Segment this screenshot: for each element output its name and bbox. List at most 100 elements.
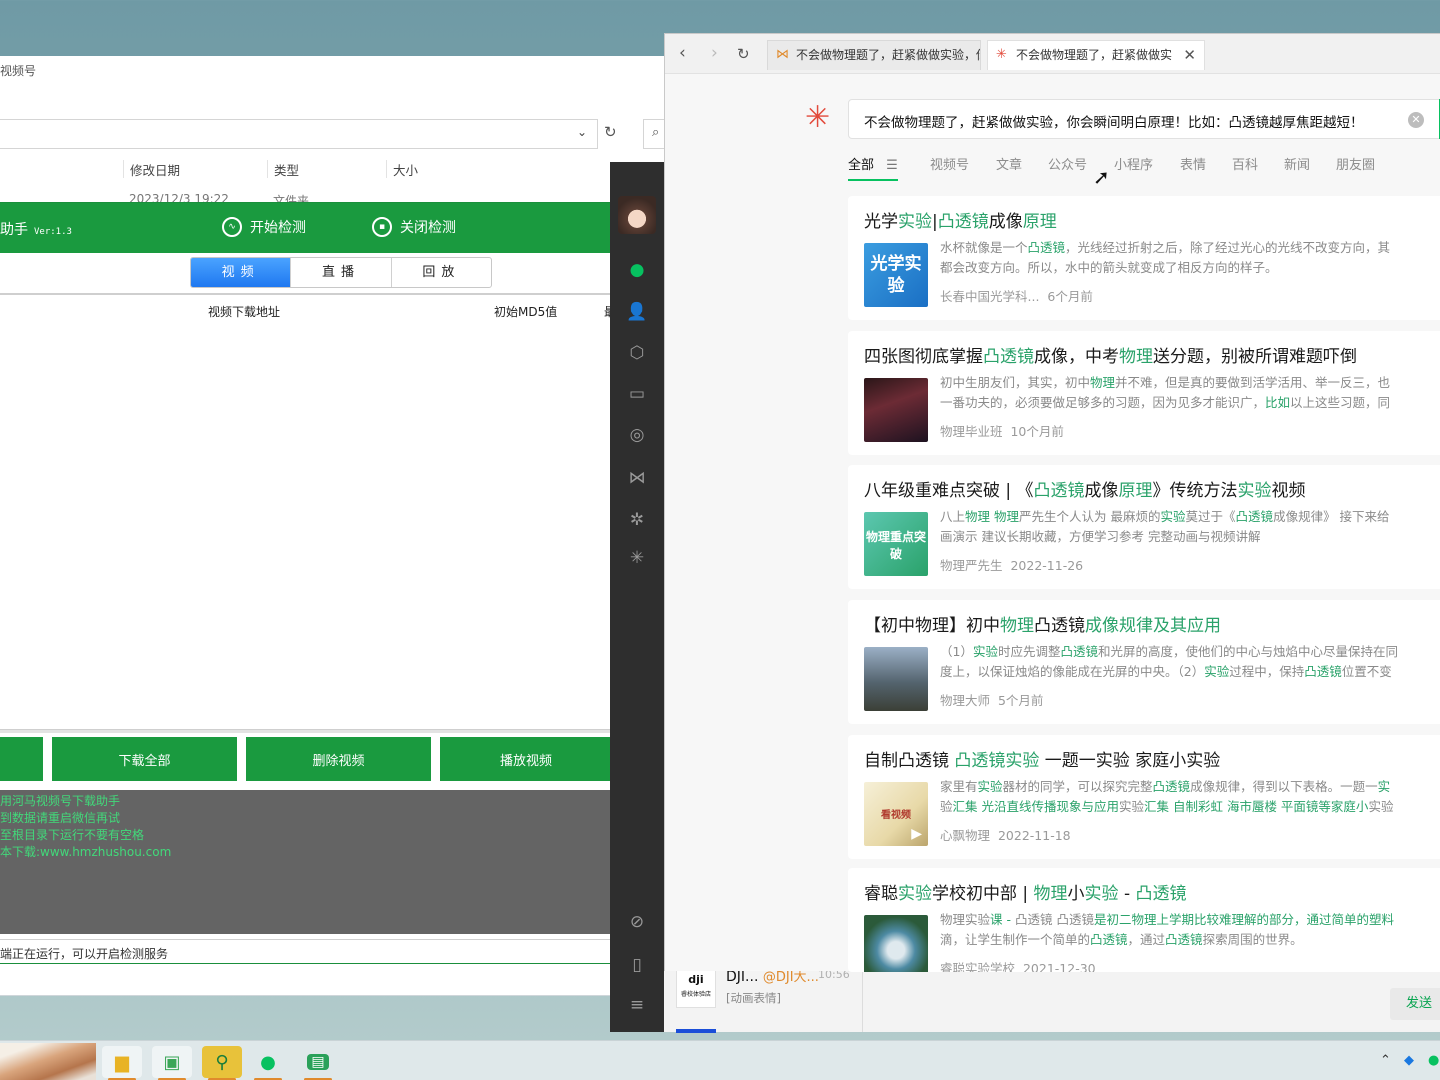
chevron-up-icon[interactable]: ⌃: [1380, 1053, 1391, 1068]
result-title[interactable]: 八年级重难点突破 | 《凸透镜成像原理》传统方法实验视频: [864, 476, 1306, 501]
back-icon[interactable]: ‹: [679, 43, 686, 63]
tab-live[interactable]: 直播: [291, 258, 392, 287]
link-icon[interactable]: ⊘: [625, 910, 649, 934]
result-thumbnail[interactable]: 物理重点突破: [864, 512, 928, 576]
result-title[interactable]: 光学实验|凸透镜成像原理: [864, 207, 1057, 232]
filter-channels[interactable]: 视频号: [930, 154, 969, 173]
play-icon[interactable]: ▶: [911, 826, 922, 842]
result-title[interactable]: 自制凸透镜 凸透镜实验 一题一实验 家庭小实验: [864, 746, 1220, 771]
result-time: 2021-12-30: [1022, 961, 1096, 972]
search-icon[interactable]: ✳: [625, 546, 649, 570]
tray-app-icon[interactable]: ◆: [1404, 1053, 1414, 1068]
result-source[interactable]: 长春中国光学科...: [940, 289, 1039, 304]
play-video-button[interactable]: 播放视频: [440, 737, 612, 781]
wechat-tray-icon[interactable]: ●: [1428, 1053, 1439, 1068]
chat-icon[interactable]: ●: [625, 258, 649, 282]
moments-icon[interactable]: ◎: [625, 423, 649, 447]
chat-avatar[interactable]: dji 睿校体验店: [676, 968, 716, 1008]
result-card[interactable]: 睿聪实验学校初中部 | 物理小实验 - 凸透镜 物理实验课 - 凸透镜 凸透镜是…: [848, 868, 1440, 972]
remote-desktop-icon[interactable]: ▣: [152, 1046, 192, 1080]
browser-tab-2[interactable]: ✳ 不会做物理题了，赶紧做做实 ✕: [987, 40, 1205, 70]
column-header-date[interactable]: 修改日期: [123, 160, 267, 178]
text-segment: （1）: [940, 644, 973, 659]
terminal-app-icon[interactable]: ▤: [298, 1046, 338, 1080]
result-source[interactable]: 物理大师: [940, 693, 990, 708]
clear-icon[interactable]: ✕: [1408, 112, 1424, 128]
filter-moments[interactable]: 朋友圈: [1336, 154, 1375, 173]
result-source[interactable]: 睿聪实验学校: [940, 961, 1015, 972]
tab-replay[interactable]: 回放: [392, 258, 491, 287]
result-card[interactable]: 八年级重难点突破 | 《凸透镜成像原理》传统方法实验视频 物理重点突破 八上物理…: [848, 465, 1440, 589]
result-thumbnail[interactable]: [864, 647, 928, 711]
browser-tab-1[interactable]: ⋈ 不会做物理题了，赶紧做做实验，你: [767, 40, 981, 70]
folder-icon[interactable]: ▭: [625, 382, 649, 406]
result-card[interactable]: 光学实验|凸透镜成像原理 光学实验 水杯就像是一个凸透镜，光线经过折射之后，除了…: [848, 196, 1440, 320]
filter-articles[interactable]: 文章: [996, 154, 1022, 173]
highlight-text: 凸透镜: [1152, 779, 1191, 794]
filter-all[interactable]: 全部 ☰: [848, 154, 898, 181]
reload-icon[interactable]: ↻: [737, 45, 750, 63]
filter-encyclopedia[interactable]: 百科: [1232, 154, 1258, 173]
miniprogram-icon[interactable]: ⋈: [625, 466, 649, 490]
text-segment: 成像规律，得到以下表格。一题一: [1190, 779, 1378, 794]
result-thumbnail[interactable]: 看视频 ▶: [864, 782, 928, 846]
filter-icon[interactable]: ☰: [886, 158, 898, 173]
delete-video-button[interactable]: 删除视频: [246, 737, 431, 781]
next-chat-avatar[interactable]: [676, 1029, 716, 1033]
send-button[interactable]: 发送: [1390, 988, 1440, 1020]
video-list[interactable]: [0, 317, 611, 729]
refresh-icon[interactable]: ↻: [604, 123, 617, 141]
result-title[interactable]: 睿聪实验学校初中部 | 物理小实验 - 凸透镜: [864, 879, 1187, 904]
breadcrumb[interactable]: 视频号: [0, 62, 36, 79]
status-bar: 端正在运行，可以开启检测服务: [0, 939, 611, 963]
result-title[interactable]: 【初中物理】初中物理凸透镜成像规律及其应用: [864, 611, 1221, 636]
tab-bar: ‹ › ↻ ⋈ 不会做物理题了，赶紧做做实验，你 ✳ 不会做物理题了，赶紧做做实…: [665, 34, 1440, 74]
forward-icon[interactable]: ›: [711, 43, 718, 63]
filter-accounts[interactable]: 公众号: [1048, 154, 1087, 173]
stop-detect-button[interactable]: ▪ 关闭检测: [372, 217, 456, 237]
filter-stickers[interactable]: 表情: [1180, 154, 1206, 173]
address-bar[interactable]: ⌄: [0, 119, 598, 149]
close-icon[interactable]: ✕: [1183, 41, 1196, 69]
result-source[interactable]: 物理严先生: [940, 558, 1003, 573]
text-segment: 都会改变方向。所以，水中的箭头就变成了相反方向的样子。: [940, 260, 1278, 275]
favorites-icon[interactable]: ⬡: [625, 341, 649, 365]
text-segment: 》传统方法: [1152, 481, 1238, 501]
file-explorer-icon[interactable]: ▆: [102, 1046, 142, 1080]
download-all-button[interactable]: 下载全部: [52, 737, 237, 781]
contacts-icon[interactable]: 👤: [625, 300, 649, 324]
chevron-down-icon[interactable]: ⌄: [577, 125, 587, 139]
result-time: 2022-11-26: [1010, 558, 1084, 573]
result-source[interactable]: 物理毕业班: [940, 424, 1003, 439]
result-thumbnail[interactable]: [864, 378, 928, 442]
phone-icon[interactable]: ▯: [625, 953, 649, 977]
filter-miniprograms[interactable]: 小程序: [1114, 154, 1153, 173]
result-card[interactable]: 四张图彻底掌握凸透镜成像，中考物理送分题，别被所谓难题吓倒 初中生朋友们，其实，…: [848, 331, 1440, 455]
splitter[interactable]: [0, 729, 611, 733]
partial-action-button[interactable]: [0, 737, 43, 781]
text-segment: 凸透镜: [1034, 616, 1085, 636]
tab-video[interactable]: 视频: [191, 258, 292, 287]
result-card[interactable]: 【初中物理】初中物理凸透镜成像规律及其应用 （1）实验时应先调整凸透镜和光屏的高…: [848, 600, 1440, 724]
channels-icon[interactable]: ✲: [625, 508, 649, 532]
column-header-type[interactable]: 类型: [267, 160, 385, 178]
result-thumbnail[interactable]: [864, 915, 928, 972]
avatar[interactable]: [618, 196, 656, 234]
result-card[interactable]: 自制凸透镜 凸透镜实验 一题一实验 家庭小实验 看视频 ▶ 家里有实验器材的同学…: [848, 735, 1440, 859]
result-source[interactable]: 心飘物理: [940, 828, 990, 843]
result-title[interactable]: 四张图彻底掌握凸透镜成像，中考物理送分题，别被所谓难题吓倒: [864, 342, 1357, 367]
column-header-size[interactable]: 大小: [386, 160, 466, 178]
result-thumbnail[interactable]: 光学实验: [864, 243, 928, 307]
desktop-preview[interactable]: [0, 1043, 96, 1080]
search-input[interactable]: 不会做物理题了，赶紧做做实验，你会瞬间明白原理！比如：凸透镜越厚焦距越短！ ✕: [848, 99, 1440, 139]
menu-icon[interactable]: ≡: [625, 993, 649, 1017]
text-segment: 【初中物理】初中: [864, 616, 1000, 636]
downloader-app-icon[interactable]: ⚲: [202, 1046, 242, 1080]
desc-line: （1）实验时应先调整凸透镜和光屏的高度，使他们的中心与烛焰中心尽量保持在同: [940, 642, 1440, 662]
log-line[interactable]: 本下载:www.hmzhushou.com: [0, 844, 611, 861]
filter-news[interactable]: 新闻: [1284, 154, 1310, 173]
start-detect-button[interactable]: ∿ 开始检测: [222, 217, 306, 237]
search-browser-window: ‹ › ↻ ⋈ 不会做物理题了，赶紧做做实验，你 ✳ 不会做物理题了，赶紧做做实…: [664, 33, 1440, 972]
search-query[interactable]: 不会做物理题了，赶紧做做实验，你会瞬间明白原理！比如：凸透镜越厚焦距越短！: [864, 111, 1364, 131]
wechat-icon[interactable]: ●: [248, 1046, 288, 1080]
